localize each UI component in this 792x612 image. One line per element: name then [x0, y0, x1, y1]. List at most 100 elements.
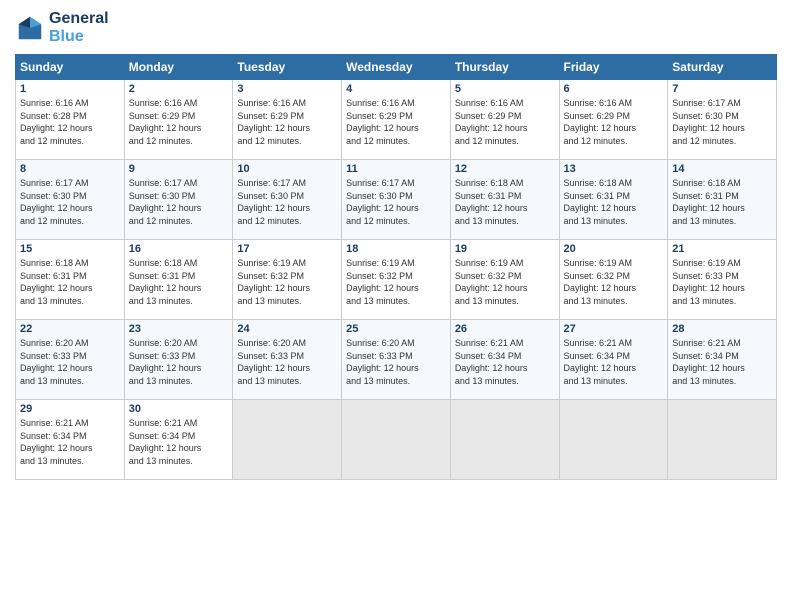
header-day-wednesday: Wednesday [342, 55, 451, 80]
day-info: Sunrise: 6:21 AM Sunset: 6:34 PM Dayligh… [129, 417, 229, 467]
header-day-thursday: Thursday [450, 55, 559, 80]
calendar-header: SundayMondayTuesdayWednesdayThursdayFrid… [16, 55, 777, 80]
day-cell: 12 Sunrise: 6:18 AM Sunset: 6:31 PM Dayli… [450, 160, 559, 240]
day-info: Sunrise: 6:19 AM Sunset: 6:32 PM Dayligh… [455, 257, 555, 307]
calendar-body: 1 Sunrise: 6:16 AM Sunset: 6:28 PM Daylig… [16, 80, 777, 480]
day-number: 26 [455, 323, 555, 335]
week-row-5: 29 Sunrise: 6:21 AM Sunset: 6:34 PM Dayli… [16, 400, 777, 480]
header-day-saturday: Saturday [668, 55, 777, 80]
day-number: 24 [237, 323, 337, 335]
day-info: Sunrise: 6:17 AM Sunset: 6:30 PM Dayligh… [672, 97, 772, 147]
day-info: Sunrise: 6:19 AM Sunset: 6:32 PM Dayligh… [564, 257, 664, 307]
day-info: Sunrise: 6:19 AM Sunset: 6:33 PM Dayligh… [672, 257, 772, 307]
day-number: 7 [672, 83, 772, 95]
header-row-days: SundayMondayTuesdayWednesdayThursdayFrid… [16, 55, 777, 80]
day-number: 21 [672, 243, 772, 255]
day-info: Sunrise: 6:16 AM Sunset: 6:29 PM Dayligh… [564, 97, 664, 147]
day-cell: 9 Sunrise: 6:17 AM Sunset: 6:30 PM Daylig… [124, 160, 233, 240]
day-number: 12 [455, 163, 555, 175]
day-cell: 15 Sunrise: 6:18 AM Sunset: 6:31 PM Dayli… [16, 240, 125, 320]
day-number: 25 [346, 323, 446, 335]
day-number: 15 [20, 243, 120, 255]
day-number: 30 [129, 403, 229, 415]
day-info: Sunrise: 6:16 AM Sunset: 6:28 PM Dayligh… [20, 97, 120, 147]
day-number: 19 [455, 243, 555, 255]
day-number: 4 [346, 83, 446, 95]
header-day-sunday: Sunday [16, 55, 125, 80]
day-number: 8 [20, 163, 120, 175]
day-number: 10 [237, 163, 337, 175]
day-number: 11 [346, 163, 446, 175]
day-info: Sunrise: 6:19 AM Sunset: 6:32 PM Dayligh… [237, 257, 337, 307]
day-cell: 1 Sunrise: 6:16 AM Sunset: 6:28 PM Daylig… [16, 80, 125, 160]
day-info: Sunrise: 6:21 AM Sunset: 6:34 PM Dayligh… [564, 337, 664, 387]
logo-text: General Blue [49, 10, 109, 46]
day-number: 2 [129, 83, 229, 95]
day-number: 29 [20, 403, 120, 415]
day-info: Sunrise: 6:16 AM Sunset: 6:29 PM Dayligh… [455, 97, 555, 147]
day-cell: 10Sunrise: 6:17 AM Sunset: 6:30 PM Dayli… [233, 160, 342, 240]
day-cell: 2 Sunrise: 6:16 AM Sunset: 6:29 PM Daylig… [124, 80, 233, 160]
day-cell: 27 Sunrise: 6:21 AM Sunset: 6:34 PM Dayli… [559, 320, 668, 400]
day-number: 23 [129, 323, 229, 335]
day-info: Sunrise: 6:17 AM Sunset: 6:30 PM Dayligh… [20, 177, 120, 227]
day-cell: 20 Sunrise: 6:19 AM Sunset: 6:32 PM Dayli… [559, 240, 668, 320]
day-cell: 30 Sunrise: 6:21 AM Sunset: 6:34 PM Dayli… [124, 400, 233, 480]
day-cell: 4 Sunrise: 6:16 AM Sunset: 6:29 PM Daylig… [342, 80, 451, 160]
header-day-monday: Monday [124, 55, 233, 80]
calendar-container: General Blue SundayMondayTuesdayWednesda… [0, 0, 792, 490]
day-info: Sunrise: 6:21 AM Sunset: 6:34 PM Dayligh… [672, 337, 772, 387]
day-number: 3 [237, 83, 337, 95]
day-number: 28 [672, 323, 772, 335]
day-cell: 11 Sunrise: 6:17 AM Sunset: 6:30 PM Dayli… [342, 160, 451, 240]
day-cell: 3Sunrise: 6:16 AM Sunset: 6:29 PM Daylig… [233, 80, 342, 160]
day-cell: 21 Sunrise: 6:19 AM Sunset: 6:33 PM Dayli… [668, 240, 777, 320]
day-cell: 6 Sunrise: 6:16 AM Sunset: 6:29 PM Daylig… [559, 80, 668, 160]
day-info: Sunrise: 6:19 AM Sunset: 6:32 PM Dayligh… [346, 257, 446, 307]
day-info: Sunrise: 6:20 AM Sunset: 6:33 PM Dayligh… [20, 337, 120, 387]
day-cell [450, 400, 559, 480]
day-info: Sunrise: 6:21 AM Sunset: 6:34 PM Dayligh… [20, 417, 120, 467]
day-cell [559, 400, 668, 480]
day-number: 22 [20, 323, 120, 335]
week-row-4: 22 Sunrise: 6:20 AM Sunset: 6:33 PM Dayli… [16, 320, 777, 400]
day-number: 9 [129, 163, 229, 175]
calendar-table: SundayMondayTuesdayWednesdayThursdayFrid… [15, 54, 777, 480]
logo: General Blue [15, 10, 109, 46]
day-cell: 14Sunrise: 6:18 AM Sunset: 6:31 PM Dayli… [668, 160, 777, 240]
week-row-1: 1 Sunrise: 6:16 AM Sunset: 6:28 PM Daylig… [16, 80, 777, 160]
day-info: Sunrise: 6:16 AM Sunset: 6:29 PM Dayligh… [129, 97, 229, 147]
week-row-3: 15 Sunrise: 6:18 AM Sunset: 6:31 PM Dayli… [16, 240, 777, 320]
day-number: 1 [20, 83, 120, 95]
day-info: Sunrise: 6:17 AM Sunset: 6:30 PM Dayligh… [129, 177, 229, 227]
day-cell [233, 400, 342, 480]
day-number: 18 [346, 243, 446, 255]
day-cell: 26 Sunrise: 6:21 AM Sunset: 6:34 PM Dayli… [450, 320, 559, 400]
day-number: 6 [564, 83, 664, 95]
day-info: Sunrise: 6:18 AM Sunset: 6:31 PM Dayligh… [20, 257, 120, 307]
day-cell: 25 Sunrise: 6:20 AM Sunset: 6:33 PM Dayli… [342, 320, 451, 400]
day-info: Sunrise: 6:20 AM Sunset: 6:33 PM Dayligh… [237, 337, 337, 387]
day-info: Sunrise: 6:18 AM Sunset: 6:31 PM Dayligh… [672, 177, 772, 227]
day-cell: 29 Sunrise: 6:21 AM Sunset: 6:34 PM Dayli… [16, 400, 125, 480]
day-cell: 22 Sunrise: 6:20 AM Sunset: 6:33 PM Dayli… [16, 320, 125, 400]
day-info: Sunrise: 6:20 AM Sunset: 6:33 PM Dayligh… [346, 337, 446, 387]
day-number: 20 [564, 243, 664, 255]
day-cell: 17Sunrise: 6:19 AM Sunset: 6:32 PM Dayli… [233, 240, 342, 320]
day-cell: 7 Sunrise: 6:17 AM Sunset: 6:30 PM Daylig… [668, 80, 777, 160]
week-row-2: 8 Sunrise: 6:17 AM Sunset: 6:30 PM Daylig… [16, 160, 777, 240]
day-cell: 16Sunrise: 6:18 AM Sunset: 6:31 PM Dayli… [124, 240, 233, 320]
day-cell: 24 Sunrise: 6:20 AM Sunset: 6:33 PM Dayli… [233, 320, 342, 400]
day-info: Sunrise: 6:18 AM Sunset: 6:31 PM Dayligh… [455, 177, 555, 227]
day-cell: 13Sunrise: 6:18 AM Sunset: 6:31 PM Dayli… [559, 160, 668, 240]
day-cell: 18 Sunrise: 6:19 AM Sunset: 6:32 PM Dayli… [342, 240, 451, 320]
logo-icon [15, 13, 45, 43]
day-info: Sunrise: 6:17 AM Sunset: 6:30 PM Dayligh… [346, 177, 446, 227]
day-info: Sunrise: 6:21 AM Sunset: 6:34 PM Dayligh… [455, 337, 555, 387]
day-cell: 28 Sunrise: 6:21 AM Sunset: 6:34 PM Dayli… [668, 320, 777, 400]
day-info: Sunrise: 6:18 AM Sunset: 6:31 PM Dayligh… [129, 257, 229, 307]
day-info: Sunrise: 6:16 AM Sunset: 6:29 PM Dayligh… [346, 97, 446, 147]
day-number: 27 [564, 323, 664, 335]
day-cell: 23Sunrise: 6:20 AM Sunset: 6:33 PM Dayli… [124, 320, 233, 400]
day-cell: 8 Sunrise: 6:17 AM Sunset: 6:30 PM Daylig… [16, 160, 125, 240]
